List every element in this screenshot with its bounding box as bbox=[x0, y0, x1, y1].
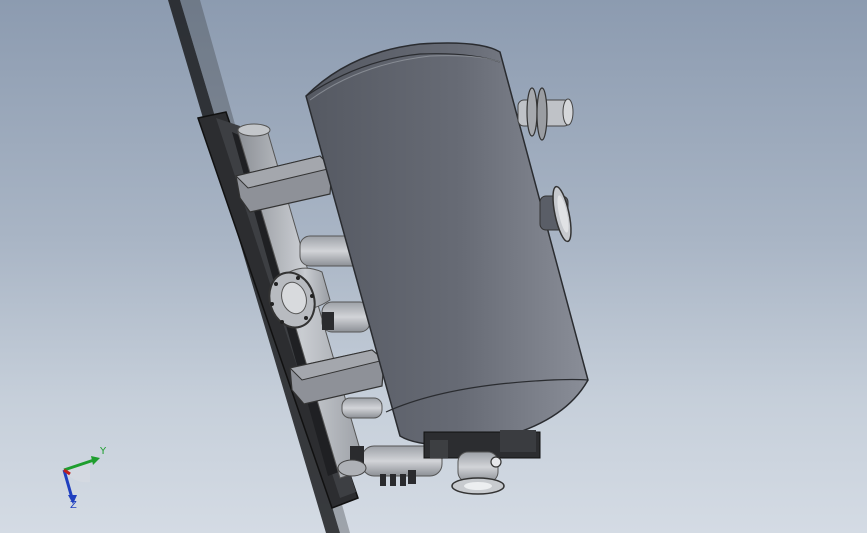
model-scene[interactable] bbox=[0, 0, 867, 533]
nozzle-top[interactable] bbox=[517, 87, 574, 141]
manifold-end-cap[interactable] bbox=[337, 459, 367, 477]
triad-y-label: Y bbox=[100, 446, 107, 457]
outlet-flange[interactable] bbox=[451, 477, 505, 495]
valve-small-1[interactable] bbox=[322, 312, 334, 330]
graphics-viewport[interactable] bbox=[0, 0, 867, 533]
coordinate-triad[interactable]: Y Z bbox=[50, 440, 120, 520]
triad-z-label: Z bbox=[70, 500, 77, 511]
branch-pipe-3[interactable] bbox=[341, 397, 383, 419]
triad-y-arrow-icon bbox=[91, 456, 100, 465]
